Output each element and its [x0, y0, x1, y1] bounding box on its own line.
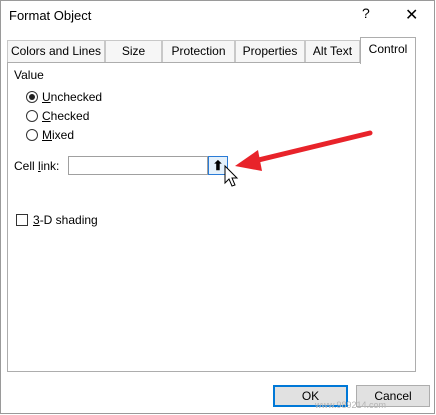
tab-alt-text[interactable]: Alt Text	[305, 40, 360, 63]
tab-colors-and-lines[interactable]: Colors and Lines	[7, 40, 105, 63]
3d-shading-checkbox-row[interactable]: 3-D shading	[16, 213, 98, 227]
radio-button[interactable]	[26, 110, 38, 122]
radio-button[interactable]	[26, 129, 38, 141]
collapse-dialog-button[interactable]: ⬆	[208, 156, 228, 175]
tab-control[interactable]: Control	[360, 37, 416, 64]
value-group-label: Value	[14, 68, 44, 82]
dialog-title: Format Object	[9, 8, 92, 23]
cell-link-label: Cell link:	[14, 159, 60, 173]
watermark-text: www.989214.com	[315, 400, 387, 410]
tab-size[interactable]: Size	[105, 40, 162, 63]
radio-label: Checked	[42, 109, 90, 123]
tab-properties[interactable]: Properties	[235, 40, 305, 63]
help-button[interactable]: ?	[362, 5, 370, 21]
radio-label: Unchecked	[42, 90, 103, 104]
tab-strip: Colors and Lines Size Protection Propert…	[1, 37, 434, 64]
3d-shading-label: 3-D shading	[33, 213, 98, 227]
3d-shading-checkbox[interactable]	[16, 214, 28, 226]
tab-protection[interactable]: Protection	[162, 40, 235, 63]
format-object-dialog: Format Object ? ✕ Colors and Lines Size …	[0, 0, 435, 414]
radio-button[interactable]	[26, 91, 38, 103]
radio-mixed[interactable]: Mixed	[26, 127, 74, 143]
radio-unchecked[interactable]: Unchecked	[26, 89, 102, 105]
cell-link-input[interactable]	[68, 156, 208, 175]
radio-checked[interactable]: Checked	[26, 108, 89, 124]
radio-label: Mixed	[42, 128, 75, 142]
title-bar: Format Object ? ✕	[1, 1, 434, 31]
close-button[interactable]: ✕	[405, 5, 418, 25]
collapse-dialog-icon: ⬆	[212, 157, 224, 173]
